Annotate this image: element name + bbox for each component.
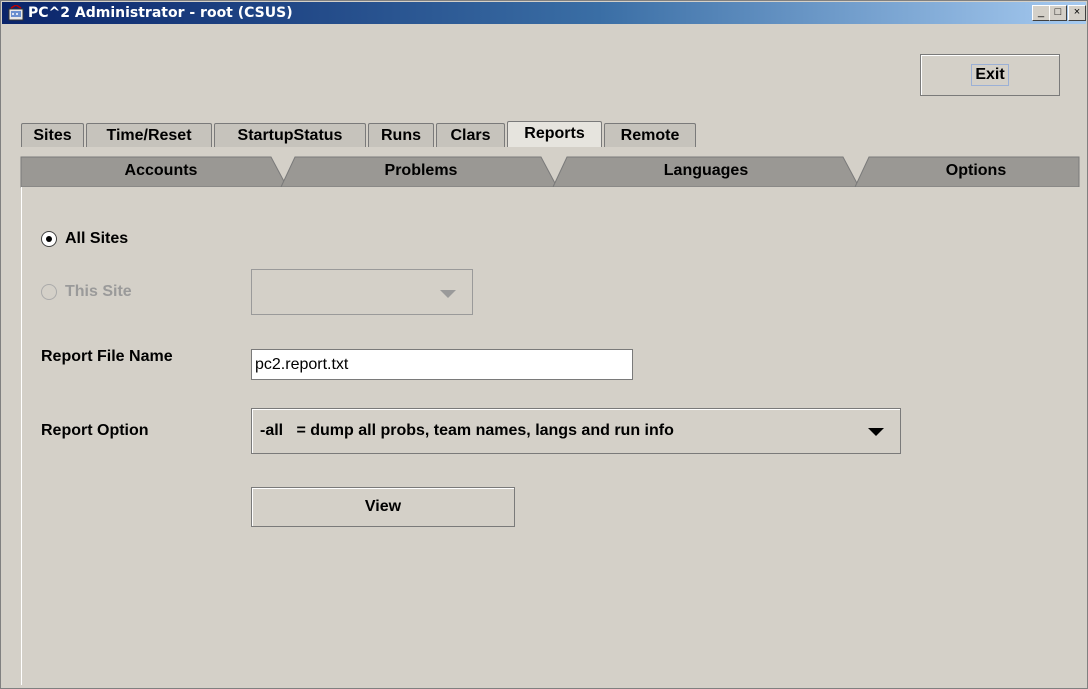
chevron-down-icon — [868, 428, 884, 436]
app-icon — [8, 5, 24, 21]
tab-accounts[interactable]: Accounts — [101, 162, 221, 180]
maximize-button[interactable]: □ — [1049, 5, 1067, 21]
tab-remote[interactable]: Remote — [604, 123, 696, 147]
tab-reports[interactable]: Reports — [507, 121, 602, 147]
tab-languages[interactable]: Languages — [641, 162, 771, 180]
close-button[interactable]: × — [1068, 5, 1086, 21]
title-bar[interactable]: PC^2 Administrator - root (CSUS) _ □ × — [2, 2, 1086, 24]
chevron-down-icon — [440, 290, 456, 298]
this-site-label: This Site — [65, 283, 132, 300]
all-sites-label: All Sites — [65, 230, 129, 247]
report-option-select[interactable]: -all = dump all probs, team names, langs… — [251, 408, 901, 454]
exit-button[interactable]: Exit — [920, 54, 1060, 96]
report-option-label: Report Option — [41, 422, 149, 439]
tab-problems[interactable]: Problems — [361, 162, 481, 180]
this-site-radio[interactable] — [41, 284, 57, 300]
site-select[interactable] — [251, 269, 473, 315]
tab-runs[interactable]: Runs — [368, 123, 434, 147]
view-button[interactable]: View — [251, 487, 515, 527]
tab-startup-status[interactable]: StartupStatus — [214, 123, 366, 147]
tab-clars[interactable]: Clars — [436, 123, 505, 147]
all-sites-radio[interactable] — [41, 231, 57, 247]
report-file-name-label: Report File Name — [41, 348, 173, 365]
exit-button-label: Exit — [971, 64, 1009, 86]
tab-options[interactable]: Options — [921, 162, 1031, 180]
report-option-value: -all = dump all probs, team names, langs… — [260, 422, 674, 439]
minimize-button[interactable]: _ — [1032, 5, 1050, 21]
app-window: PC^2 Administrator - root (CSUS) _ □ × E… — [0, 0, 1088, 689]
report-file-name-input[interactable] — [251, 349, 633, 380]
window-title: PC^2 Administrator - root (CSUS) — [28, 5, 293, 21]
tab-sites[interactable]: Sites — [21, 123, 84, 147]
tab-time-reset[interactable]: Time/Reset — [86, 123, 212, 147]
